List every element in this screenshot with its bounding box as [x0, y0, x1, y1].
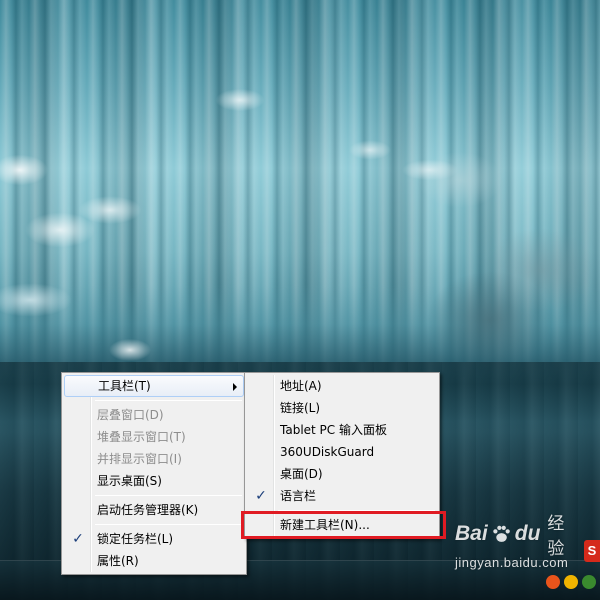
sogou-input-icon[interactable]: S — [584, 540, 600, 562]
menu-item-属性-10[interactable]: 属性(R) — [64, 550, 244, 572]
menu-item-label: 锁定任务栏(L) — [97, 532, 174, 546]
logo-text-jingyan: 经验 — [547, 514, 565, 558]
menu-separator — [95, 495, 242, 496]
paw-icon — [492, 525, 510, 542]
menu-item-并排显示窗口-4[interactable]: 并排显示窗口(I) — [64, 448, 244, 470]
baidu-jingyan-watermark: Bai du 经验 jingyan.baidu.com — [455, 514, 580, 586]
taskbar-context-menu: 工具栏(T) 层叠窗口(D) 堆叠显示窗口(T) 并排显示窗口(I) 显示桌面(S) 启动… — [61, 372, 247, 575]
checkmark-icon: ✓ — [72, 531, 84, 547]
menu-item-label: 显示桌面(S) — [97, 474, 162, 488]
snow-layer-left — [0, 150, 170, 370]
menu-item-启动任务管理器-7[interactable]: 启动任务管理器(K) — [64, 499, 244, 521]
menu-item-工具栏-0[interactable]: 工具栏(T) — [64, 375, 244, 397]
submenu-item-链接-1[interactable]: 链接(L) — [247, 397, 437, 419]
menu-item-堆叠显示窗口-3[interactable]: 堆叠显示窗口(T) — [64, 426, 244, 448]
menu-item-显示桌面-5[interactable]: 显示桌面(S) — [64, 470, 244, 492]
menu-item-label: 360UDiskGuard — [280, 445, 375, 459]
watermark-url: jingyan.baidu.com — [455, 555, 569, 570]
submenu-item-桌面-4[interactable]: 桌面(D) — [247, 463, 437, 485]
submenu-item-语言栏-5[interactable]: ✓ 语言栏 — [247, 485, 437, 507]
checkmark-icon: ✓ — [255, 488, 267, 504]
menu-item-label: Tablet PC 输入面板 — [280, 423, 387, 437]
submenu-item-tablet-pc-输入面板-2[interactable]: Tablet PC 输入面板 — [247, 419, 437, 441]
baidu-logo: Bai du 经验 — [455, 514, 580, 558]
menu-item-label: 语言栏 — [280, 489, 317, 503]
menu-item-锁定任务栏-9[interactable]: ✓ 锁定任务栏(L) — [64, 528, 244, 550]
menu-item-label: 链接(L) — [280, 401, 321, 415]
menu-item-label: 启动任务管理器(K) — [97, 503, 199, 517]
rocks-layer — [400, 120, 600, 380]
menu-item-label: 属性(R) — [97, 554, 139, 568]
menu-item-label: 并排显示窗口(I) — [97, 452, 182, 466]
menu-item-label: 堆叠显示窗口(T) — [97, 430, 186, 444]
submenu-arrow-icon — [233, 383, 237, 391]
submenu-item-地址-0[interactable]: 地址(A) — [247, 375, 437, 397]
menu-item-label: 工具栏(T) — [98, 379, 151, 393]
flag-icon[interactable] — [582, 575, 596, 589]
submenu-item-360udiskguard-3[interactable]: 360UDiskGuard — [247, 441, 437, 463]
menu-separator — [95, 524, 242, 525]
menu-item-label: 桌面(D) — [280, 467, 323, 481]
annotation-highlight-box — [241, 511, 446, 539]
logo-text-du: du — [514, 522, 541, 545]
menu-item-层叠窗口-2[interactable]: 层叠窗口(D) — [64, 404, 244, 426]
logo-text-bai: Bai — [455, 522, 488, 545]
menu-item-label: 层叠窗口(D) — [97, 408, 164, 422]
menu-separator — [95, 400, 242, 401]
menu-item-label: 地址(A) — [280, 379, 322, 393]
